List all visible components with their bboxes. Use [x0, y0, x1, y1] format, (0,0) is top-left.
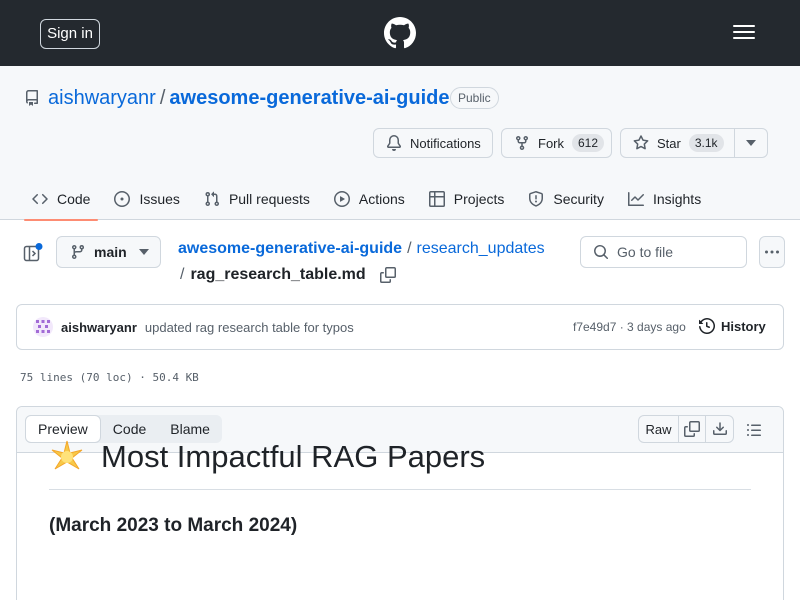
- bell-icon: [386, 135, 401, 151]
- repo-separator: /: [159, 87, 166, 109]
- latest-commit-box: aishwaryanr updated rag research table f…: [16, 304, 784, 350]
- star-count: 3.1k: [688, 134, 724, 152]
- markdown-heading-3: (March 2023 to March 2024): [49, 515, 298, 536]
- star-icon: [633, 135, 649, 150]
- file-viewer: Preview Code Blame Raw Most Impactful RA…: [16, 406, 784, 600]
- tab-pull-requests-label: Pull requests: [228, 191, 310, 207]
- tab-issues-label: Issues: [139, 191, 180, 207]
- commit-meta[interactable]: f7e49d7 · 3 days ago: [573, 320, 686, 334]
- star-button[interactable]: Star 3.1k: [620, 128, 735, 158]
- graph-icon: [627, 192, 644, 206]
- breadcrumb: awesome-generative-ai-guide / research_upd…: [178, 238, 545, 260]
- commit-author-link[interactable]: aishwaryanr: [61, 320, 137, 335]
- branch-selector[interactable]: main: [56, 236, 161, 268]
- glowing-star-icon: [51, 440, 83, 470]
- fork-label: Fork: [538, 135, 564, 151]
- go-to-file-placeholder: Go to file: [617, 244, 674, 260]
- tab-projects-label: Projects: [453, 191, 505, 207]
- repo-icon: [25, 90, 38, 106]
- kebab-horizontal-icon: [765, 250, 779, 254]
- visibility-badge: Public: [450, 87, 499, 109]
- copy-icon: [684, 421, 700, 437]
- breadcrumb-file-name: rag_research_table.md: [190, 266, 366, 283]
- issue-opened-icon: [114, 191, 131, 207]
- repo-title: aishwaryanr / awesome-generative-ai-guide: [48, 86, 449, 110]
- file-info: 75 lines (70 loc) · 50.4 KB: [20, 371, 199, 384]
- tab-code-label: Code: [57, 191, 91, 207]
- play-icon: [333, 191, 350, 207]
- triangle-down-icon: [138, 249, 149, 255]
- tab-code[interactable]: Code: [24, 178, 99, 221]
- download-icon: [712, 422, 727, 435]
- repository-header: aishwaryanr / awesome-generative-ai-guide …: [0, 66, 800, 221]
- tab-pull-requests[interactable]: Pull requests: [196, 178, 318, 220]
- github-logo-icon[interactable]: [384, 17, 416, 49]
- breadcrumb-directory-link[interactable]: research_updates: [417, 240, 545, 257]
- menu-hamburger-icon[interactable]: [733, 24, 755, 40]
- list-unordered-icon[interactable]: [746, 422, 762, 438]
- fork-count: 612: [572, 134, 605, 152]
- avatar[interactable]: [33, 317, 53, 337]
- history-label: History: [721, 318, 766, 334]
- tab-projects[interactable]: Projects: [421, 178, 513, 220]
- tab-insights[interactable]: Insights: [620, 178, 709, 220]
- notifications-label: Notifications: [410, 135, 481, 151]
- markdown-heading-1: Most Impactful RAG Papers: [49, 439, 751, 490]
- git-pull-request-icon: [205, 191, 219, 207]
- breadcrumb-separator: /: [407, 240, 412, 257]
- triangle-down-icon: [746, 140, 756, 146]
- branch-name: main: [94, 244, 127, 260]
- search-icon: [594, 245, 609, 260]
- tab-insights-label: Insights: [652, 191, 702, 207]
- git-branch-icon: [71, 245, 84, 260]
- star-list-dropdown[interactable]: [734, 128, 768, 158]
- breadcrumb-file-row: / rag_research_table.md: [180, 264, 396, 286]
- breadcrumb-separator: /: [180, 266, 185, 283]
- tab-actions-label: Actions: [358, 191, 405, 207]
- tab-security[interactable]: Security: [520, 178, 612, 220]
- more-options-button[interactable]: [759, 236, 785, 268]
- star-label: Star: [657, 135, 681, 151]
- history-icon: [699, 318, 715, 334]
- tab-security-label: Security: [553, 191, 604, 207]
- repo-forked-icon: [516, 136, 528, 151]
- repo-nav-tabs: Code Issues Pull requests Actions Projec…: [24, 178, 717, 221]
- repo-owner-link[interactable]: aishwaryanr: [48, 87, 156, 109]
- repo-name-link[interactable]: awesome-generative-ai-guide: [169, 87, 449, 109]
- copy-path-icon[interactable]: [379, 267, 396, 283]
- table-icon: [428, 191, 445, 207]
- heading-text: Most Impactful RAG Papers: [101, 439, 486, 474]
- tab-actions[interactable]: Actions: [326, 178, 413, 220]
- global-header: Sign in: [0, 0, 800, 66]
- code-icon: [32, 193, 48, 205]
- tab-issues[interactable]: Issues: [106, 178, 187, 220]
- go-to-file-input[interactable]: Go to file: [580, 236, 747, 268]
- side-panel-toggle-icon[interactable]: [23, 243, 43, 263]
- commit-message-link[interactable]: updated rag research table for typos: [145, 320, 354, 335]
- history-button[interactable]: History: [699, 318, 766, 334]
- breadcrumb-repo-link[interactable]: awesome-generative-ai-guide: [178, 240, 402, 257]
- fork-button[interactable]: Fork 612: [501, 128, 612, 158]
- sign-in-button[interactable]: Sign in: [40, 19, 100, 49]
- shield-icon: [529, 191, 544, 207]
- notifications-button[interactable]: Notifications: [373, 128, 493, 158]
